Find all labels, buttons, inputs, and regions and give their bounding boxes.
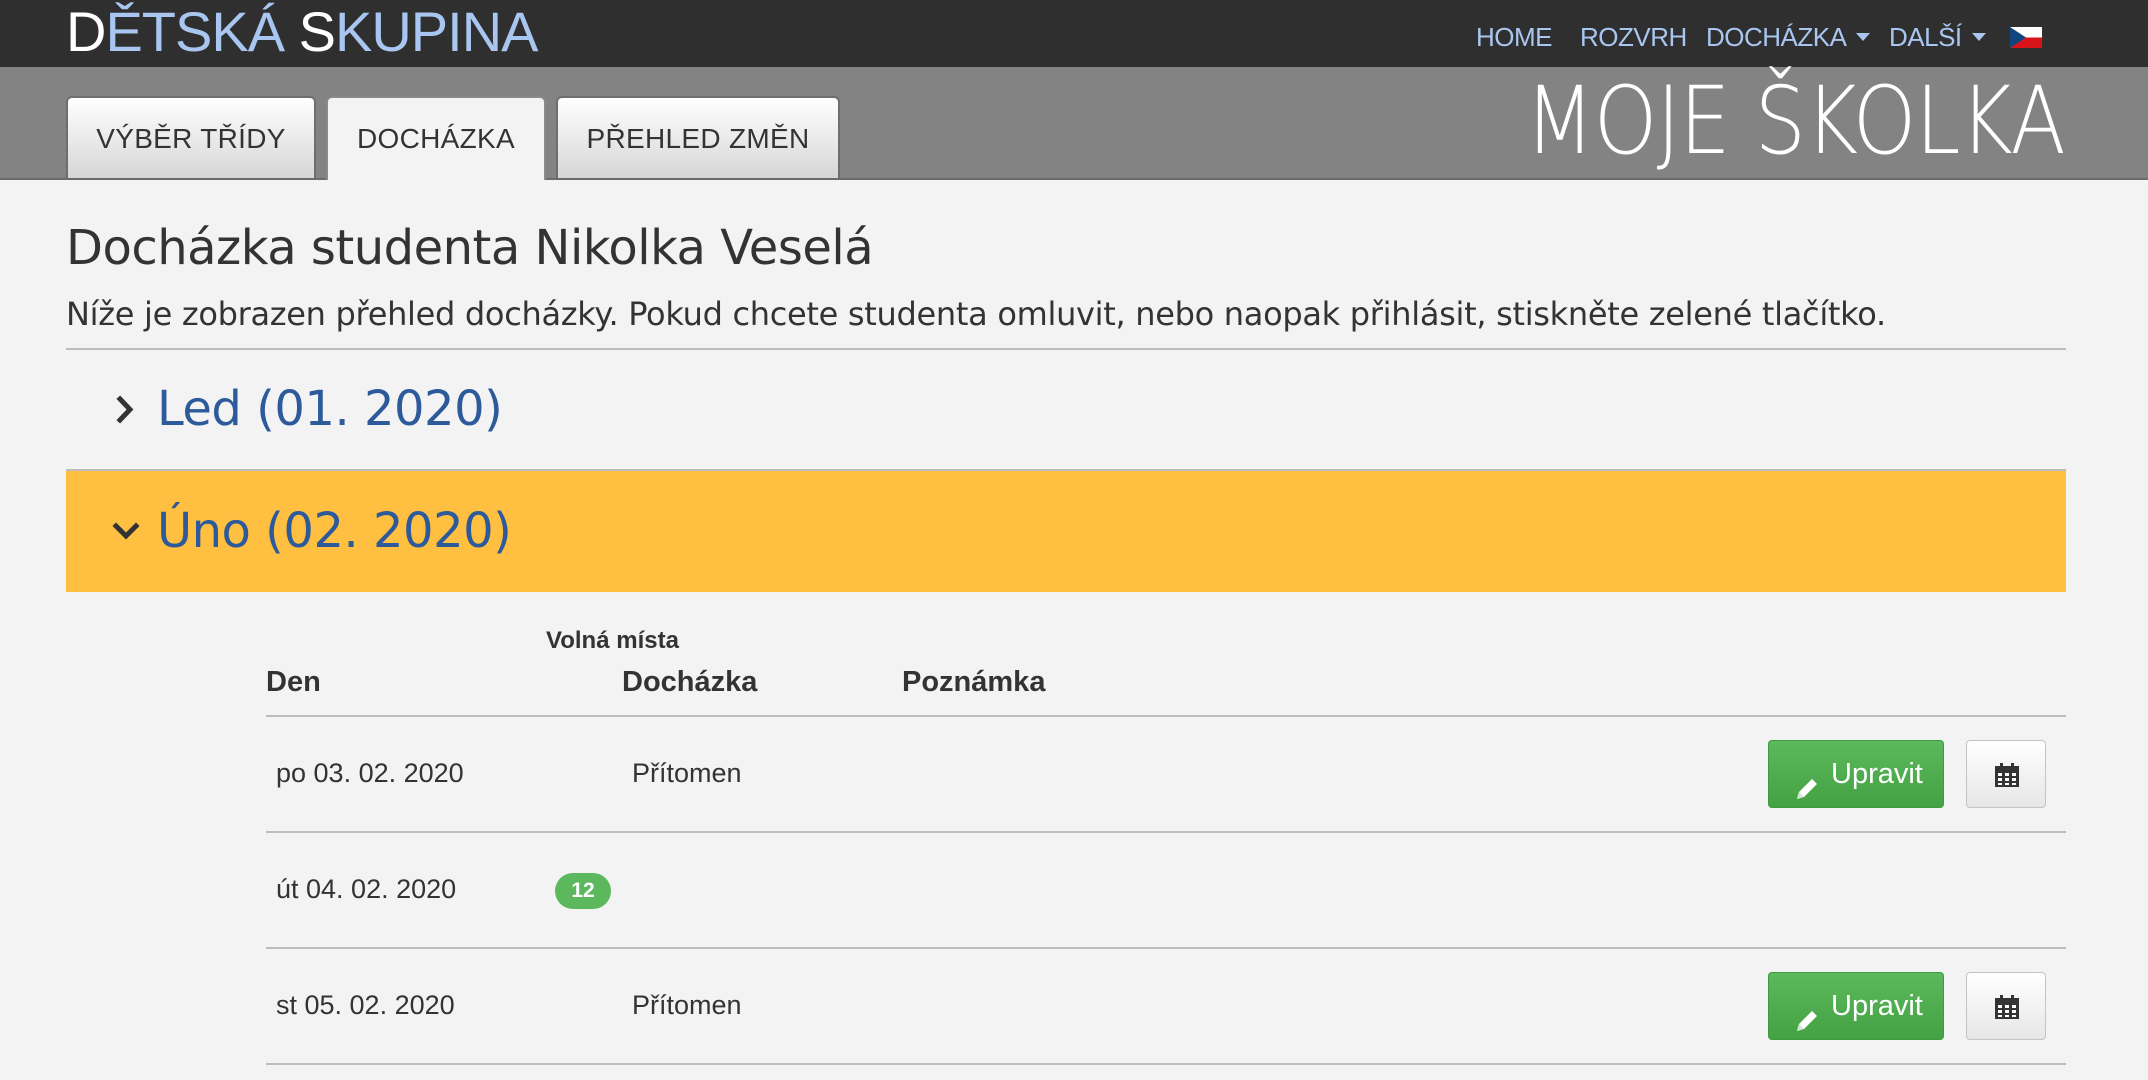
brand-rest-2: KUPINA	[334, 0, 538, 63]
calendar-icon	[1993, 761, 2021, 789]
nav-dalsi-label: DALŠÍ	[1889, 22, 1962, 52]
brand-initial-2: S	[298, 0, 336, 63]
pencil-icon	[1793, 761, 1821, 799]
page-title: Docházka studenta Nikolka Veselá	[66, 220, 874, 276]
calendar-button[interactable]	[1966, 740, 2046, 808]
edit-button[interactable]: Upravit	[1768, 972, 1944, 1040]
pencil-icon	[1793, 993, 1821, 1031]
brand-rest-1: ĚTSKÁ	[105, 0, 299, 63]
row-divider	[266, 831, 2066, 833]
column-header-attendance: Docházka	[622, 666, 758, 698]
tab-label: DOCHÁZKA	[357, 123, 515, 154]
row-divider	[266, 947, 2066, 949]
nav-dalsi[interactable]: DALŠÍ	[1889, 0, 1986, 67]
month-row-february[interactable]: Úno (02. 2020)	[66, 471, 2066, 592]
caret-down-icon	[1856, 33, 1871, 42]
row-divider	[266, 1063, 2066, 1065]
cell-day: po 03. 02. 2020	[276, 758, 464, 788]
edit-button-label: Upravit	[1831, 758, 1923, 790]
chevron-down-icon	[110, 471, 142, 592]
column-header-note: Poznámka	[902, 666, 1046, 698]
column-header-day: Den	[266, 666, 321, 698]
tab-label: VÝBĚR TŘÍDY	[96, 123, 286, 154]
cell-attendance: Přítomen	[632, 990, 742, 1020]
cell-day: út 04. 02. 2020	[276, 874, 457, 904]
edit-button[interactable]: Upravit	[1768, 740, 1944, 808]
czech-flag-icon[interactable]	[2010, 27, 2042, 48]
nav-home[interactable]: HOME	[1476, 0, 1553, 67]
table-header-divider	[266, 715, 2066, 717]
app-logo: MOJE ŠKOLKA	[1525, 67, 2066, 176]
page-description: Níže je zobrazen přehled docházky. Pokud…	[66, 295, 1886, 333]
chevron-right-icon	[110, 349, 142, 470]
brand-title[interactable]: DĚTSKÁ SKUPINA	[66, 0, 538, 67]
tab-band-border	[0, 178, 2148, 180]
column-header-free-places: Volná místa	[546, 627, 679, 654]
tab-label: PŘEHLED ZMĚN	[586, 123, 810, 154]
edit-button-label: Upravit	[1831, 990, 1923, 1022]
tab-dochazka[interactable]: DOCHÁZKA	[326, 96, 546, 180]
calendar-button[interactable]	[1966, 972, 2046, 1040]
brand-initial-1: D	[66, 0, 106, 63]
caret-down-icon	[1971, 33, 1986, 42]
tab-prehled-zmen[interactable]: PŘEHLED ZMĚN	[556, 96, 840, 178]
nav-dochazka[interactable]: DOCHÁZKA	[1706, 0, 1871, 67]
nav-rozvrh-label: ROZVRH	[1580, 22, 1687, 52]
nav-rozvrh[interactable]: ROZVRH	[1580, 0, 1687, 67]
calendar-icon	[1993, 993, 2021, 1021]
nav-home-label: HOME	[1476, 22, 1553, 52]
tab-vyber-tridy[interactable]: VÝBĚR TŘÍDY	[66, 96, 316, 178]
month-label[interactable]: Úno (02. 2020)	[157, 471, 512, 592]
free-places-badge: 12	[555, 873, 611, 909]
month-row-january[interactable]: Led (01. 2020)	[66, 349, 2066, 470]
cell-day: st 05. 02. 2020	[276, 990, 455, 1020]
top-navbar: DĚTSKÁ SKUPINA HOME ROZVRH DOCHÁZKA DALŠ…	[0, 0, 2148, 67]
nav-dochazka-label: DOCHÁZKA	[1706, 22, 1847, 52]
cell-attendance: Přítomen	[632, 758, 742, 788]
month-label[interactable]: Led (01. 2020)	[157, 349, 503, 470]
